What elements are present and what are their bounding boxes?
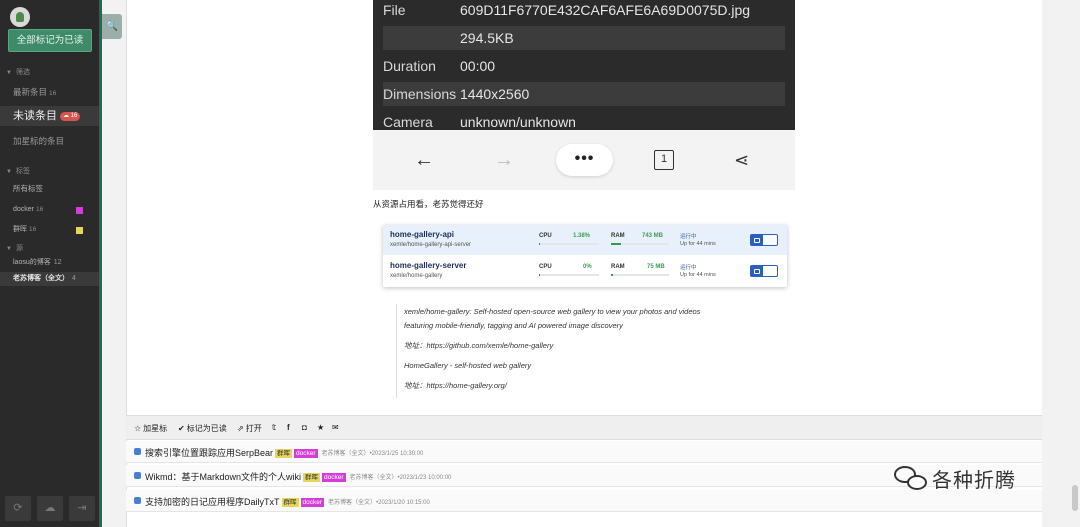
cloud-icon: ☁ — [44, 502, 56, 514]
email-icon[interactable]: ✉ — [332, 423, 339, 432]
tag-badge: docker — [300, 498, 325, 507]
refresh-button[interactable]: ⟳ — [5, 496, 31, 521]
logout-button[interactable]: ⇥ — [69, 496, 95, 521]
ram-bar-fill — [611, 274, 614, 276]
open-link-button[interactable]: ⇗ 打开 — [237, 423, 262, 434]
container-row: home-gallery-api xemle/home-gallery-api-… — [383, 225, 787, 255]
sidebar-border — [99, 0, 102, 527]
blockquote: xemle/home-gallery: Self-hosted open-sou… — [396, 304, 796, 398]
tag-badge: 群晖 — [275, 449, 293, 458]
tag-badge: docker — [322, 473, 346, 482]
external-link-icon: ⇗ — [237, 424, 244, 433]
refresh-icon: ⟳ — [13, 502, 23, 514]
article-paragraph: 从资源占用看，老苏觉得还好 — [373, 199, 484, 209]
sidebar-tag-docker[interactable]: docker 16 — [0, 202, 99, 218]
unread-count-badge: ☁ 16 — [60, 112, 81, 121]
sources-section-header[interactable]: ▼ 源 — [6, 243, 23, 253]
article-action-bar: ☆ 加星标 ✔ 标记为已读 ⇗ 打开 𝕥 f ◘ ★ ✉ — [126, 415, 1042, 440]
unread-icon — [134, 472, 141, 479]
ram-bar — [611, 274, 669, 276]
container-row: home-gallery-server xemle/home-gallery C… — [383, 256, 787, 286]
ram-bar-fill — [611, 243, 622, 245]
info-row: Duration 00:00 — [383, 58, 496, 74]
tag-badge: 群晖 — [281, 498, 299, 507]
ram-bar — [611, 243, 669, 245]
scrollbar-thumb[interactable] — [1072, 485, 1078, 511]
arrow-left-icon[interactable]: ← — [414, 148, 434, 172]
unread-icon — [134, 448, 141, 455]
twitter-icon[interactable]: 𝕥 — [272, 423, 276, 432]
caret-down-icon: ▼ — [6, 169, 12, 175]
info-row: 294.5KB — [373, 24, 795, 52]
share-icon[interactable]: ⋖ — [734, 148, 749, 172]
sidebar-tag-synology[interactable]: 群晖 16 — [0, 222, 99, 238]
pocket-icon[interactable]: ◘ — [302, 423, 307, 432]
app-logo — [10, 7, 30, 27]
container-stats-card: home-gallery-api xemle/home-gallery-api-… — [383, 225, 787, 287]
mark-all-read-button[interactable]: 全部标记为已读 — [8, 29, 92, 52]
cpu-bar-fill — [539, 243, 541, 245]
star-outline-icon: ☆ — [134, 424, 142, 433]
scroll-gutter — [1042, 0, 1080, 527]
image-nav-bar: ← → ••• 1 ⋖ — [373, 130, 795, 190]
filter-section-header[interactable]: ▼ 筛选 — [6, 67, 30, 77]
more-options-button[interactable]: ••• — [556, 144, 613, 176]
sidebar-item-starred[interactable]: 加星标的条目 — [0, 133, 99, 149]
cloud-sync-button[interactable]: ☁ — [37, 496, 63, 521]
sidebar-feed-laosu[interactable]: laosu的博客 12 — [0, 256, 99, 270]
sidebar: 全部标记为已读 ▼ 筛选 最新条目 16 未读条目 ☁ 16 加星标的条目 ▼ 标签 所… — [0, 0, 99, 527]
tag-badge: 群晖 — [303, 473, 321, 482]
caret-down-icon: ▼ — [6, 246, 12, 252]
cpu-bar-fill — [539, 274, 540, 276]
cpu-bar — [539, 243, 599, 245]
logout-icon: ⇥ — [77, 502, 87, 514]
sidebar-item-latest[interactable]: 最新条目 16 — [0, 84, 99, 100]
image-info-panel: File 609D11F6770E432CAF6AFE6A69D0075D.jpg… — [373, 0, 795, 130]
tags-section-header[interactable]: ▼ 标签 — [6, 166, 30, 176]
watermark: 各种折腾 — [892, 458, 1016, 498]
info-row: File 609D11F6770E432CAF6AFE6A69D0075D.jpg — [383, 2, 751, 18]
container-toggle[interactable] — [750, 265, 778, 277]
star-button[interactable]: ☆ 加星标 — [134, 423, 167, 434]
sidebar-item-unread[interactable]: 未读条目 ☁ 16 — [0, 106, 99, 126]
search-button[interactable]: 🔍 — [102, 14, 122, 39]
star-icon[interactable]: ★ — [317, 423, 324, 432]
facebook-icon[interactable]: f — [287, 423, 290, 432]
cpu-bar — [539, 274, 599, 276]
sidebar-feed-laosu-full[interactable]: 老苏博客（全文） 4 — [0, 272, 99, 286]
check-circle-icon: ✔ — [178, 424, 185, 433]
tag-color-swatch — [76, 227, 83, 234]
mark-read-button[interactable]: ✔ 标记为已读 — [178, 423, 227, 434]
tag-color-swatch — [76, 207, 83, 214]
caret-down-icon: ▼ — [6, 70, 12, 76]
info-row: Dimensions 1440x2560 — [373, 80, 795, 108]
wechat-icon — [892, 462, 932, 494]
unread-icon — [134, 497, 141, 504]
page-count-button[interactable]: 1 — [654, 150, 674, 170]
container-toggle[interactable] — [750, 234, 778, 246]
search-icon: 🔍 — [105, 21, 119, 32]
arrow-right-icon[interactable]: → — [494, 148, 514, 172]
sidebar-item-all-tags[interactable]: 所有标签 — [0, 181, 99, 197]
tag-badge: docker — [294, 449, 318, 458]
